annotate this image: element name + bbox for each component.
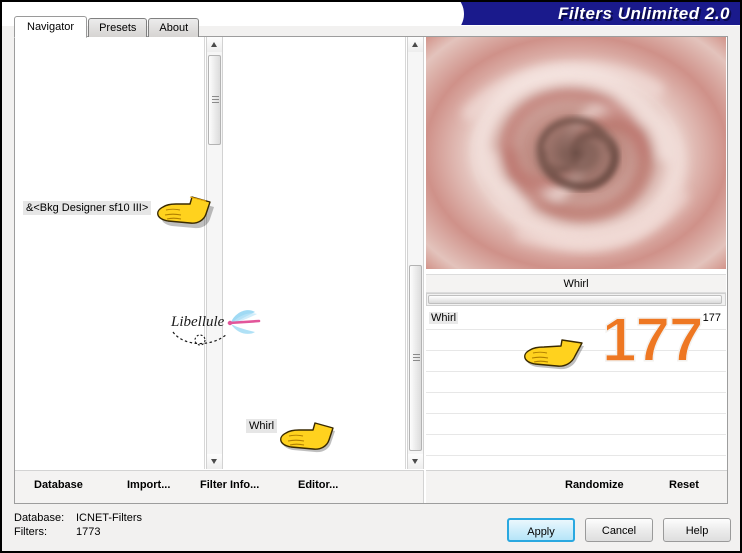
cancel-button[interactable]: Cancel [585, 518, 653, 542]
whirl-spiral-graphic [426, 37, 726, 269]
table-row[interactable] [426, 393, 726, 414]
editor-button[interactable]: Editor... [298, 479, 338, 491]
parameter-rows: Whirl 177 [426, 309, 726, 469]
filter-scrollbar-thumb[interactable] [409, 265, 422, 451]
parameter-name: Whirl [429, 312, 459, 324]
list-item-category[interactable]: &<Bkg Designer sf10 III> [23, 201, 152, 215]
scroll-down-arrow-icon-2[interactable] [408, 454, 423, 469]
tab-navigator[interactable]: Navigator [14, 16, 88, 38]
status-filters-value: 1773 [76, 526, 101, 538]
category-scrollbar[interactable] [206, 37, 223, 469]
banner-curve-decoration [428, 2, 464, 25]
import-button[interactable]: Import... [127, 479, 170, 491]
table-row[interactable] [426, 372, 726, 393]
filter-scrollbar[interactable] [407, 37, 424, 469]
scrollbar-grip-icon-2 [413, 354, 420, 362]
app-title: Filters Unlimited 2.0 [557, 4, 730, 23]
tab-about[interactable]: About [148, 18, 200, 37]
database-button[interactable]: Database [34, 479, 83, 491]
category-list[interactable]: &<Bkg Designer sf10 III> [15, 37, 205, 469]
list-item-filter[interactable]: Whirl [246, 419, 278, 433]
parameter-panel-title: Whirl [426, 274, 726, 293]
title-banner: Filters Unlimited 2.0 Filters Unlimited … [428, 2, 740, 25]
preview-and-parameters-pane: Whirl Whirl 177 [426, 37, 727, 469]
scroll-down-arrow-icon[interactable] [207, 454, 222, 469]
status-database-label: Database: [14, 512, 65, 524]
filter-list[interactable]: Whirl [224, 37, 406, 469]
filter-preview-image [426, 37, 726, 269]
parameter-horizontal-scrollbar[interactable] [426, 293, 726, 306]
status-bar: Database: ICNET-Filters Filters: 1773 [10, 510, 480, 546]
scrollbar-grip-icon [212, 96, 219, 104]
status-filters-label: Filters: [14, 526, 47, 538]
navigator-pane: &<Bkg Designer sf10 III> Whirl [15, 37, 424, 469]
reset-button[interactable]: Reset [669, 479, 699, 491]
parameter-scrollbar-thumb[interactable] [428, 295, 722, 304]
right-command-bar: Randomize Reset [426, 470, 727, 503]
scroll-up-arrow-icon-2[interactable] [408, 37, 423, 52]
parameter-value: 177 [702, 312, 721, 324]
table-row[interactable] [426, 414, 726, 435]
randomize-button[interactable]: Randomize [565, 479, 624, 491]
table-row[interactable] [426, 330, 726, 351]
category-scrollbar-thumb[interactable] [208, 55, 221, 145]
table-row[interactable]: Whirl 177 [426, 309, 726, 330]
help-button[interactable]: Help [663, 518, 731, 542]
left-command-bar: Database Import... Filter Info... Editor… [15, 470, 424, 503]
table-row[interactable] [426, 351, 726, 372]
status-database-value: ICNET-Filters [76, 512, 142, 524]
tab-strip: Navigator Presets About [14, 16, 200, 38]
apply-button[interactable]: Apply [507, 518, 575, 542]
filter-info-button[interactable]: Filter Info... [200, 479, 259, 491]
filters-unlimited-window: Filters Unlimited 2.0 Filters Unlimited … [0, 0, 742, 553]
scroll-up-arrow-icon[interactable] [207, 37, 222, 52]
tab-presets[interactable]: Presets [88, 18, 148, 37]
table-row[interactable] [426, 435, 726, 456]
